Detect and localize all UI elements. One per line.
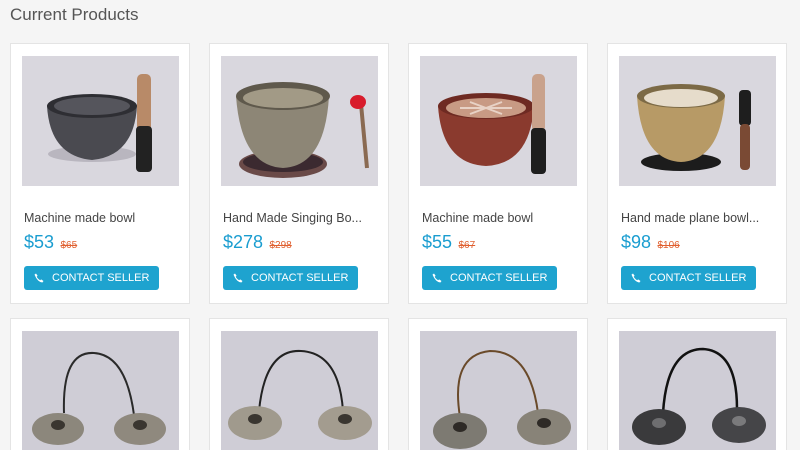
product-image[interactable]	[221, 56, 378, 186]
section-title: Current Products	[10, 5, 139, 24]
contact-seller-button[interactable]: CONTACT SELLER	[422, 266, 558, 290]
product-title[interactable]: Hand made plane bowl...	[619, 210, 769, 226]
product-old-price: $106	[657, 240, 680, 251]
contact-seller-button[interactable]: CONTACT SELLER	[223, 266, 359, 290]
product-image[interactable]	[619, 56, 776, 186]
product-image[interactable]	[22, 331, 179, 450]
product-old-price: $298	[269, 240, 292, 251]
product-card	[10, 318, 190, 450]
price-row: $55 $67	[420, 230, 576, 254]
contact-seller-label: CONTACT SELLER	[52, 272, 150, 284]
product-image[interactable]	[420, 56, 577, 186]
product-old-price: $67	[458, 240, 476, 251]
price-row: $278 $298	[221, 230, 377, 254]
contact-seller-label: CONTACT SELLER	[251, 272, 349, 284]
product-card: Hand made plane bowl... $98 $106 CONTACT…	[607, 43, 787, 304]
product-price: $278	[223, 232, 264, 252]
product-card	[209, 318, 389, 450]
product-image[interactable]	[22, 56, 179, 186]
product-card: Machine made bowl $55 $67 CONTACT SELLER	[408, 43, 588, 304]
product-image[interactable]	[221, 331, 378, 450]
phone-icon	[631, 273, 641, 283]
price-row: $98 $106	[619, 230, 775, 254]
contact-seller-label: CONTACT SELLER	[450, 272, 548, 284]
product-title[interactable]: Machine made bowl	[420, 210, 570, 226]
product-grid: Machine made bowl $53 $65 CONTACT SELLER…	[10, 43, 790, 450]
contact-seller-button[interactable]: CONTACT SELLER	[24, 266, 160, 290]
product-old-price: $65	[60, 240, 78, 251]
product-price: $53	[24, 232, 55, 252]
product-card: Machine made bowl $53 $65 CONTACT SELLER	[10, 43, 190, 304]
phone-icon	[233, 273, 243, 283]
contact-seller-button[interactable]: CONTACT SELLER	[621, 266, 757, 290]
phone-icon	[432, 273, 442, 283]
product-card	[607, 318, 787, 450]
product-card	[408, 318, 588, 450]
product-title[interactable]: Hand Made Singing Bo...	[221, 210, 371, 226]
product-title[interactable]: Machine made bowl	[22, 210, 172, 226]
product-image[interactable]	[619, 331, 776, 450]
contact-seller-label: CONTACT SELLER	[649, 272, 747, 284]
product-card: Hand Made Singing Bo... $278 $298 CONTAC…	[209, 43, 389, 304]
product-image[interactable]	[420, 331, 577, 450]
phone-icon	[34, 273, 44, 283]
price-row: $53 $65	[22, 230, 178, 254]
product-price: $55	[422, 232, 453, 252]
product-price: $98	[621, 232, 652, 252]
